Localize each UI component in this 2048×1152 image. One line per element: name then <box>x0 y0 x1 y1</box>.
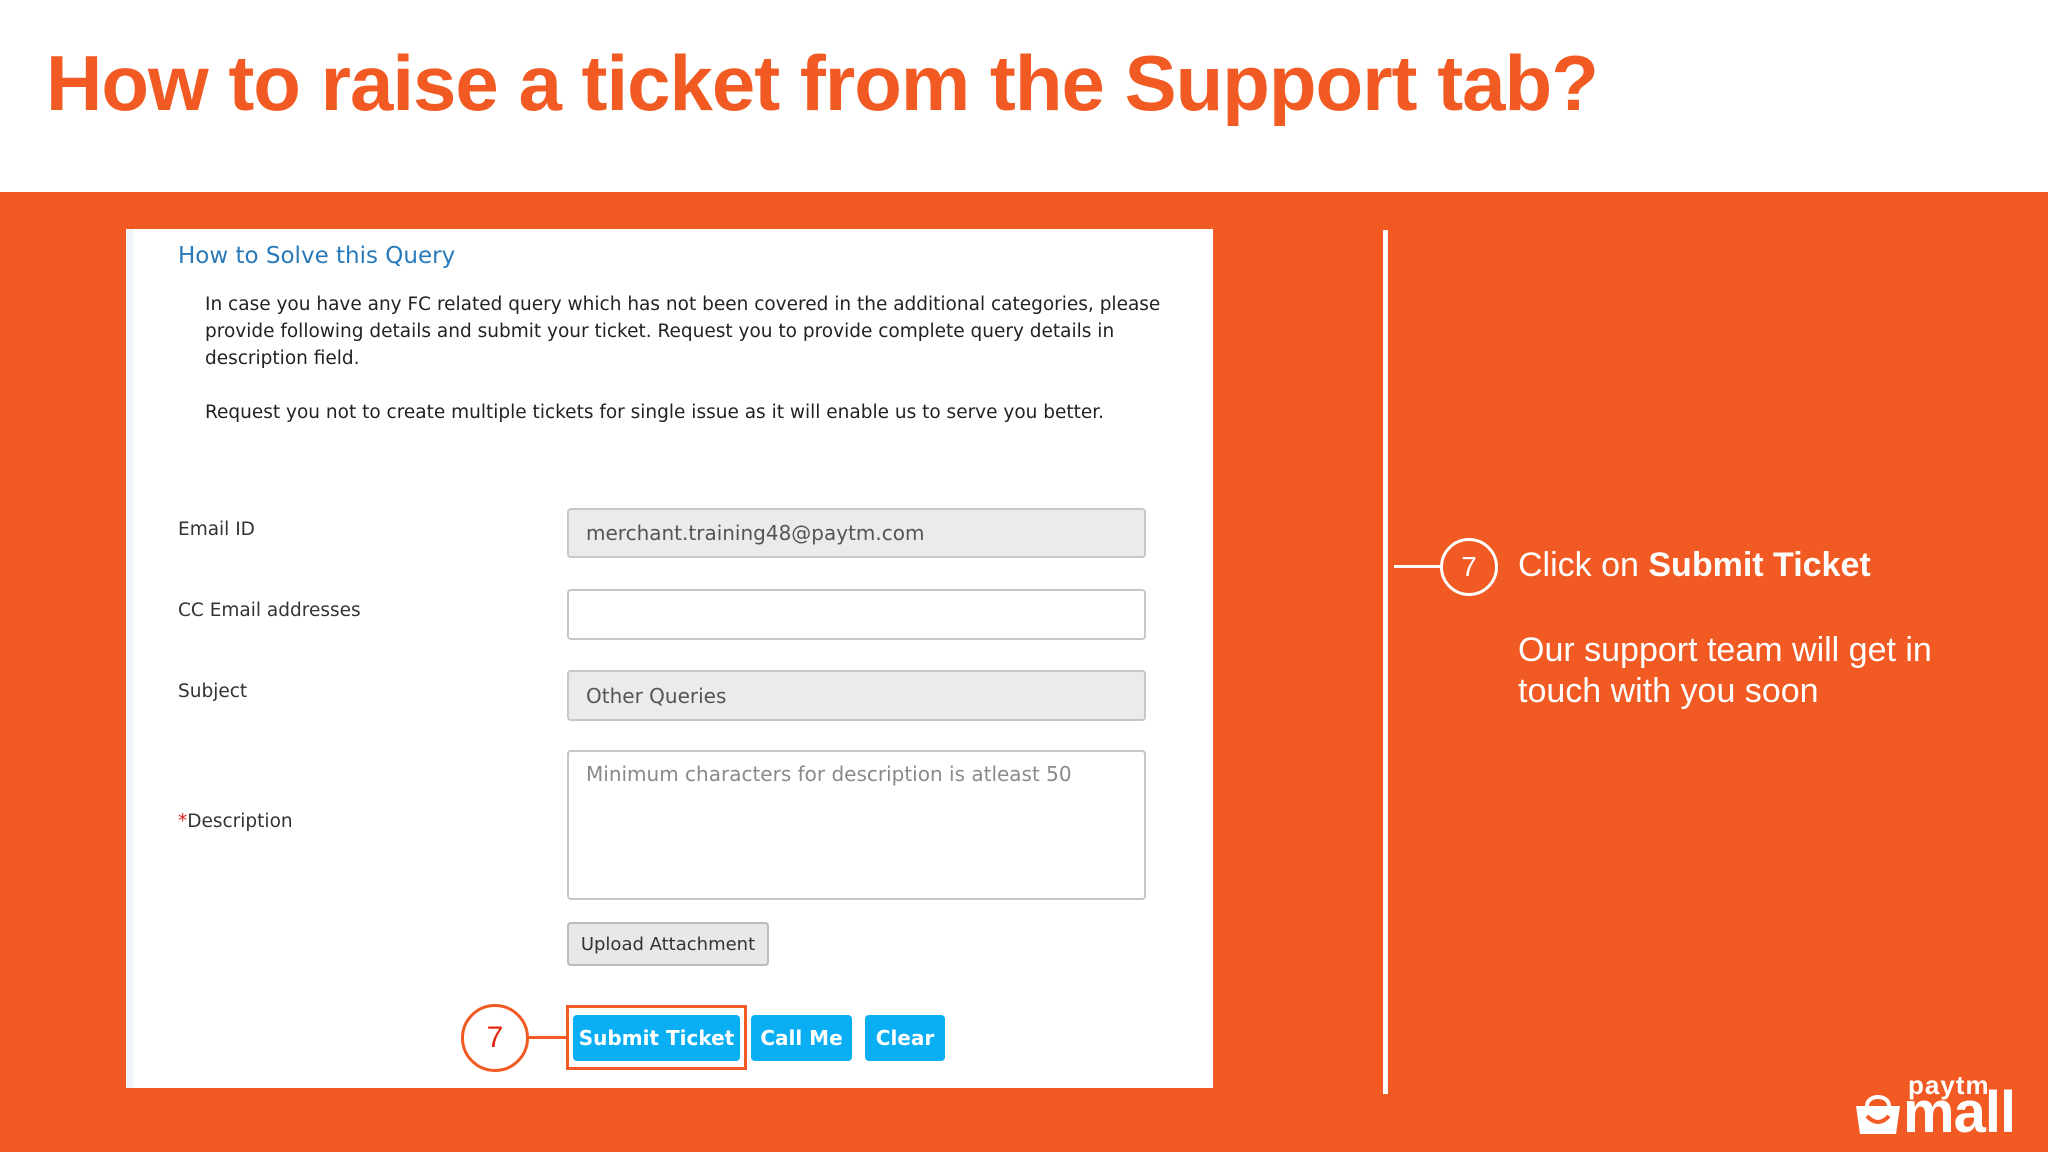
logo-mall-text: mall <box>1903 1080 2016 1145</box>
paytm-mall-logo: paytm mall <box>1853 1070 2033 1142</box>
support-form-panel: How to Solve this Query In case you have… <box>126 229 1213 1088</box>
callout-instruction: Click on Submit Ticket <box>1518 546 1871 585</box>
form-intro: In case you have any FC related query wh… <box>205 291 1210 426</box>
upload-attachment-button[interactable]: Upload Attachment <box>567 922 769 966</box>
form-heading: How to Solve this Query <box>178 243 456 269</box>
vertical-divider <box>1383 230 1388 1094</box>
clear-button[interactable]: Clear <box>865 1015 945 1061</box>
submit-ticket-button[interactable]: Submit Ticket <box>573 1015 740 1061</box>
description-label-text: Description <box>187 811 293 832</box>
subject-label: Subject <box>178 681 248 702</box>
callout-subtext: Our support team will get in touch with … <box>1518 631 1932 710</box>
email-label: Email ID <box>178 519 255 540</box>
intro-paragraph: In case you have any FC related query wh… <box>205 294 1161 369</box>
cc-email-label: CC Email addresses <box>178 600 361 621</box>
intro-paragraph: Request you not to create multiple ticke… <box>205 402 1105 423</box>
page-title: How to raise a ticket from the Support t… <box>46 39 1599 127</box>
email-field[interactable]: merchant.training48@paytm.com <box>567 508 1146 558</box>
cc-email-field[interactable] <box>567 589 1146 640</box>
callout-text-prefix: Click on <box>1518 546 1649 584</box>
call-me-button[interactable]: Call Me <box>751 1015 852 1061</box>
callout-step-circle: 7 <box>1440 538 1498 596</box>
step-marker-circle: 7 <box>461 1004 529 1072</box>
callout-connector <box>1394 565 1440 568</box>
callout-text-bold: Submit Ticket <box>1648 546 1871 584</box>
required-mark: * <box>178 811 188 832</box>
step-connector <box>529 1036 566 1039</box>
description-label: *Description <box>178 811 293 832</box>
shopping-bag-icon <box>1856 1095 1900 1134</box>
description-textarea[interactable]: Minimum characters for description is at… <box>567 750 1146 900</box>
slide-header: How to raise a ticket from the Support t… <box>0 0 2048 192</box>
subject-field[interactable]: Other Queries <box>567 670 1146 721</box>
